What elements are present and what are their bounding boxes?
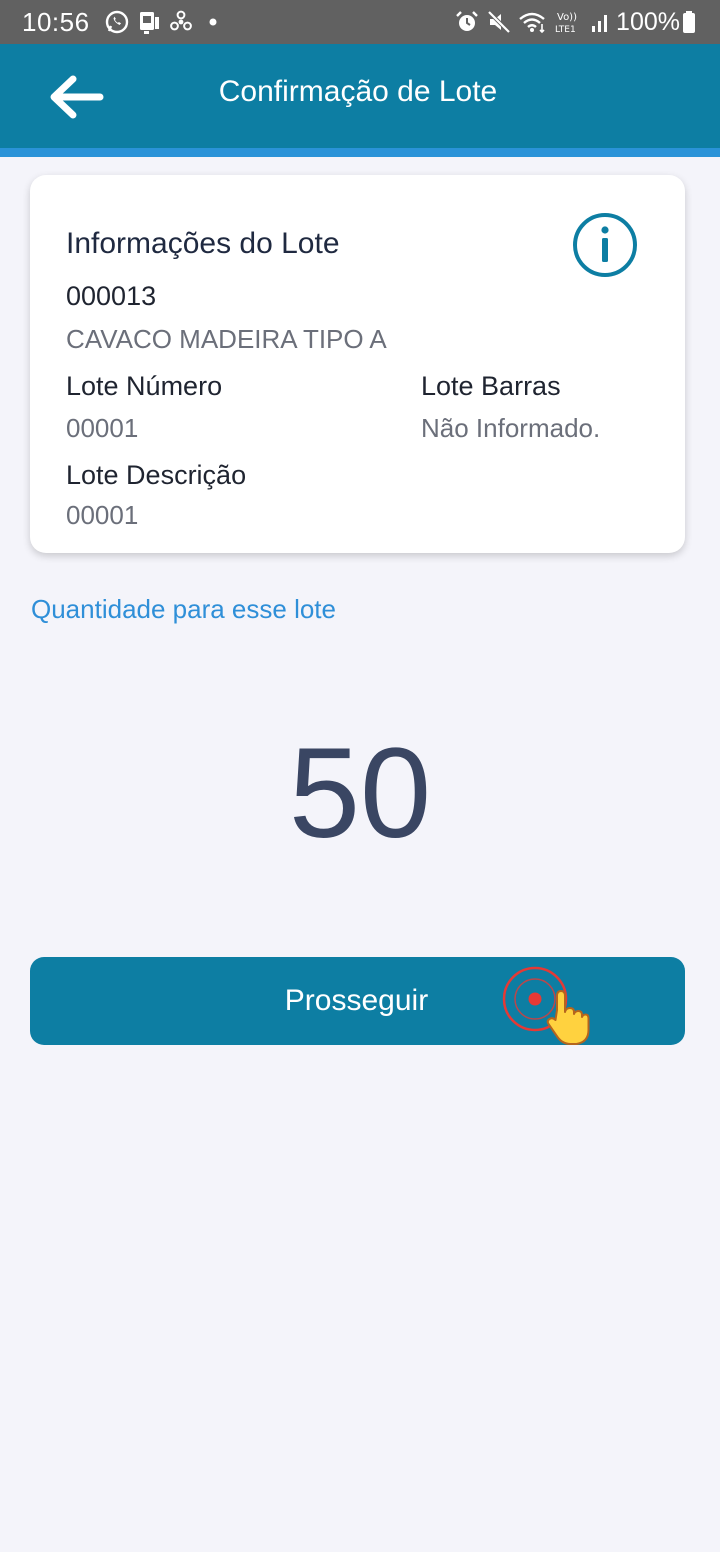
info-button[interactable] [571, 211, 639, 279]
battery-icon [682, 9, 696, 35]
lot-description-label: Lote Descrição [66, 460, 247, 490]
fan-icon [168, 9, 194, 35]
status-bar-right: Vo)) LTE1 100% [448, 8, 696, 37]
info-icon [573, 213, 637, 277]
tap-hand-icon [502, 966, 590, 1045]
quantity-label: Quantidade para esse lote [31, 594, 336, 624]
status-bar-left: 10:56 [22, 7, 218, 38]
lot-barcode-value: Não Informado. [421, 413, 601, 443]
signal-icon [590, 10, 610, 34]
product-code: 000013 [66, 281, 157, 311]
alarm-icon [454, 9, 480, 35]
status-time: 10:56 [22, 6, 90, 37]
tap-indicator [501, 966, 595, 1048]
page-title: Confirmação de Lote [218, 75, 498, 108]
lot-description-value: 00001 [66, 500, 139, 530]
whatsapp-icon [104, 9, 130, 35]
mute-icon [486, 9, 512, 35]
status-bar: 10:56 Vo)) LTE1 100% [0, 0, 720, 44]
app-bar-accent-line [0, 148, 720, 157]
svg-text:LTE1: LTE1 [555, 25, 576, 35]
dot-icon [208, 17, 218, 27]
lot-number-value: 00001 [66, 413, 139, 443]
sim-icon [136, 9, 162, 35]
lot-barcode-label: Lote Barras [421, 371, 561, 401]
lot-info-card: Informações do Lote 000013 CAVACO MADEIR… [30, 175, 685, 553]
product-description: CAVACO MADEIRA TIPO A [66, 324, 387, 354]
lot-number-label: Lote Número [66, 371, 223, 401]
volte-icon: Vo)) LTE1 [554, 9, 584, 35]
battery-percentage: 100% [616, 7, 680, 36]
wifi-icon [518, 9, 548, 35]
svg-text:Vo)): Vo)) [557, 12, 577, 23]
quantity-value[interactable]: 50 [0, 720, 720, 867]
card-title: Informações do Lote [66, 227, 340, 260]
